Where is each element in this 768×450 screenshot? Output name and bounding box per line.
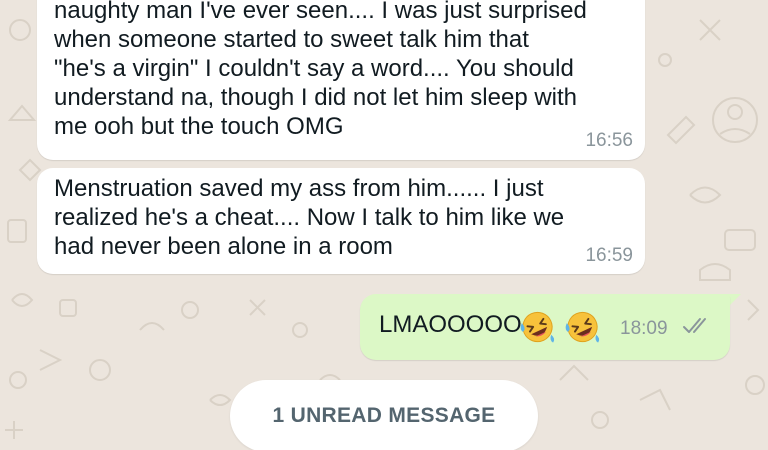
rolling-on-floor-laughing-emoji-icon: [520, 311, 555, 343]
rolling-on-floor-laughing-emoji-icon: [565, 311, 600, 343]
message-timestamp: 16:59: [585, 245, 633, 266]
emoji-group: [518, 309, 602, 345]
incoming-message-bubble[interactable]: Menstruation saved my ass from him......…: [37, 168, 645, 274]
message-text: naughty man I've ever seen.... I was jus…: [54, 0, 587, 140]
unread-banner-label: 1 UNREAD MESSAGE: [272, 404, 496, 427]
outgoing-message-bubble[interactable]: LMAOOOOO 18:09: [360, 294, 730, 360]
incoming-message-bubble[interactable]: naughty man I've ever seen.... I was jus…: [37, 0, 645, 160]
message-timestamp: 18:09: [620, 318, 668, 339]
unread-messages-banner[interactable]: 1 UNREAD MESSAGE: [230, 380, 538, 450]
message-text: LMAOOOOO: [379, 311, 522, 338]
message-text: Menstruation saved my ass from him......…: [54, 175, 565, 260]
message-timestamp: 16:56: [585, 130, 633, 151]
read-receipt-double-check-icon: [683, 318, 706, 333]
